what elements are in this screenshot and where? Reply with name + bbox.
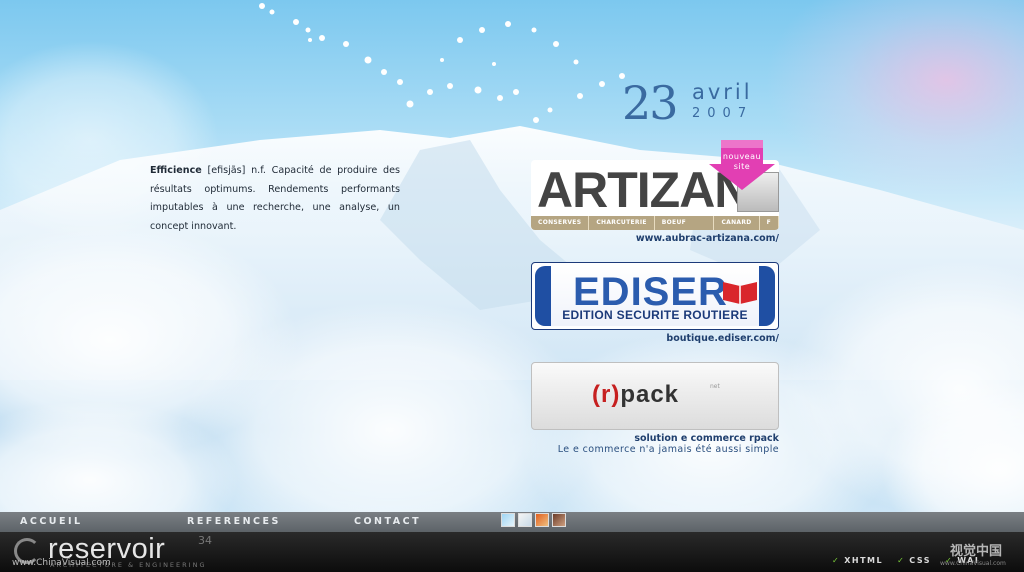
ediser-subtitle: EDITION SECURITE ROUTIERE <box>562 308 748 322</box>
nav-references[interactable]: REFERENCES <box>187 512 281 532</box>
css-badge[interactable]: ✓ CSS <box>897 556 931 565</box>
artizana-category: CHARCUTERIE <box>589 216 655 230</box>
check-icon: ✓ <box>832 556 841 565</box>
date-day: 23 <box>622 76 679 130</box>
sky-background <box>0 0 1024 512</box>
efficience-definition: Efficience [efisjãs] n.f. Capacité de pr… <box>150 162 400 236</box>
theme-thumbnails <box>501 513 566 527</box>
nav-accueil[interactable]: ACCUEIL <box>20 512 83 532</box>
artizana-category-bar: CONSERVES CHARCUTERIE BOEUF FERMIER CANA… <box>531 216 779 230</box>
artizana-category: F <box>760 216 779 230</box>
brand-number: 34 <box>198 534 212 547</box>
definition-term: Efficience <box>150 165 202 176</box>
watermark-right-url: www.ChinaVisual.com <box>940 560 1006 567</box>
date-month: avril <box>692 80 753 104</box>
rpack-link[interactable]: solution e commerce rpack <box>634 433 779 444</box>
css-label: CSS <box>909 556 931 565</box>
date-display: 23 avril 2007 <box>622 78 772 138</box>
check-icon: ✓ <box>897 556 906 565</box>
nav-contact[interactable]: CONTACT <box>354 512 421 532</box>
artizana-category: CONSERVES <box>531 216 590 230</box>
rpack-net-label: net <box>710 383 720 390</box>
white-theme-thumb[interactable] <box>518 513 532 527</box>
rpack-banner[interactable]: (r)pack net <box>531 362 779 430</box>
artizana-category: CANARD <box>714 216 760 230</box>
sky-theme-thumb[interactable] <box>501 513 515 527</box>
ediser-link[interactable]: boutique.ediser.com/ <box>666 333 779 344</box>
artizana-link[interactable]: www.aubrac-artizana.com/ <box>636 233 779 244</box>
brown-theme-thumb[interactable] <box>552 513 566 527</box>
xhtml-badge[interactable]: ✓ XHTML <box>832 556 883 565</box>
xhtml-label: XHTML <box>844 556 884 565</box>
watermark-left: www.ChinaVisual.com <box>12 558 111 568</box>
nouveau-site-label: nouveau site <box>722 152 762 171</box>
nouveau-site-badge: nouveau site <box>709 140 775 190</box>
watermark-right: 视觉中国 <box>950 544 1003 559</box>
artizana-category: BOEUF FERMIER <box>655 216 715 230</box>
sparkle-trail <box>259 3 625 123</box>
ediser-panel: EDISER EDITION SECURITE ROUTIERE <box>535 266 775 326</box>
orange-theme-thumb[interactable] <box>535 513 549 527</box>
rpack-tagline: Le e commerce n'a jamais été aussi simpl… <box>557 444 779 455</box>
rpack-logo: (r)pack <box>592 381 679 409</box>
ediser-banner[interactable]: EDISER EDITION SECURITE ROUTIERE <box>531 262 779 330</box>
rpack-logo-prefix: (r) <box>592 381 621 408</box>
book-icon <box>723 282 757 304</box>
date-year: 2007 <box>692 106 754 121</box>
rpack-logo-suffix: pack <box>620 381 680 408</box>
